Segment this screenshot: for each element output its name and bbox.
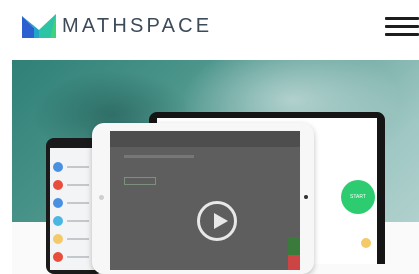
hamburger-icon[interactable] <box>385 16 419 36</box>
phone-list-item <box>53 216 97 228</box>
tablet-device <box>92 123 314 274</box>
tablet-camera-icon <box>99 195 104 200</box>
phone-list-item <box>53 198 97 210</box>
hero-banner: START <box>12 60 419 274</box>
phone-list-item <box>53 180 97 192</box>
tablet-screen <box>110 131 300 270</box>
phone-list-item <box>53 234 97 246</box>
brand-name[interactable]: MATHSPACE <box>62 15 212 38</box>
tablet-answer-box <box>124 177 156 185</box>
phone-list-item <box>53 162 97 174</box>
mathspace-logo-icon[interactable] <box>22 14 56 38</box>
tablet-toolbar <box>110 131 300 147</box>
site-header: MATHSPACE <box>0 0 419 56</box>
play-icon[interactable] <box>197 201 237 241</box>
tablet-question-line <box>124 155 194 158</box>
laptop-dot-icon <box>361 238 371 248</box>
tablet-home-icon <box>304 195 308 199</box>
tablet-red-strip <box>288 255 300 270</box>
phone-list-item <box>53 252 97 264</box>
tablet-green-strip <box>288 237 300 255</box>
start-button: START <box>341 180 375 214</box>
